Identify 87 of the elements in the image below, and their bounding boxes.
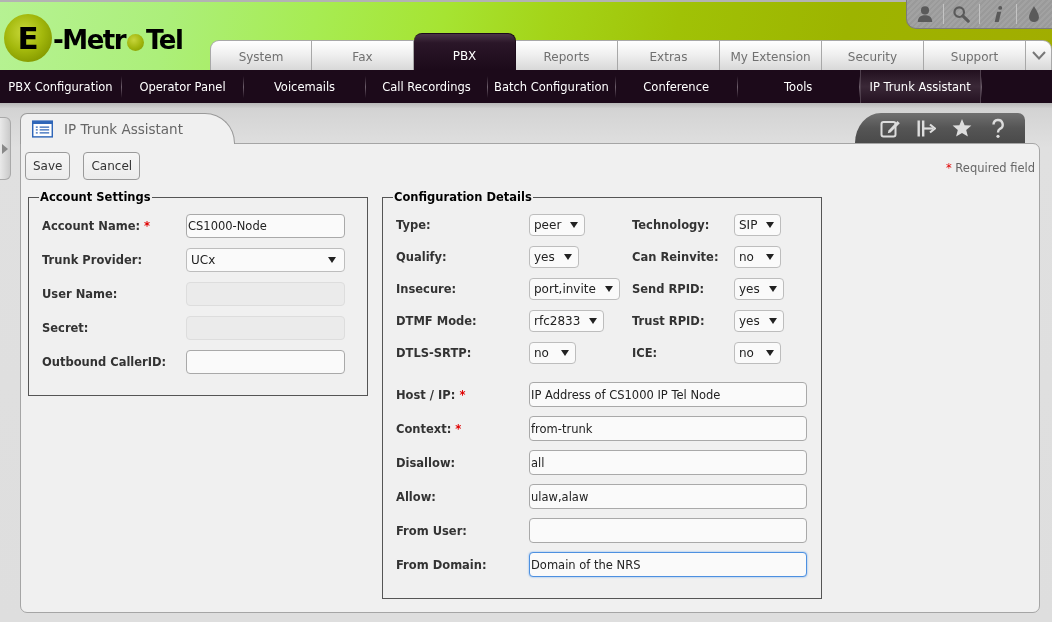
edit-icon[interactable] <box>880 118 900 138</box>
caret-right-icon <box>2 143 8 154</box>
dropdown[interactable]: yes <box>734 310 784 332</box>
menu-item[interactable]: Call Recordings <box>366 70 487 103</box>
field-label: Context: * <box>396 421 462 436</box>
more-tabs-button[interactable] <box>1026 40 1052 70</box>
dropdown[interactable]: port,invite <box>529 278 620 300</box>
text-field[interactable]: IP Address of CS1000 IP Tel Node <box>529 382 807 407</box>
caret-icon <box>766 254 774 260</box>
menu-item[interactable]: IP Trunk Assistant <box>859 70 981 103</box>
text-field[interactable] <box>186 350 345 374</box>
star-icon[interactable] <box>952 118 972 138</box>
field-label: DTMF Mode: <box>396 314 477 328</box>
text-field[interactable]: all <box>529 450 807 475</box>
list-icon <box>32 120 53 138</box>
caret-icon <box>570 222 579 228</box>
group-legend: Configuration Details <box>393 191 533 204</box>
nav-tab[interactable]: Security <box>822 40 924 70</box>
dropdown[interactable]: UCx <box>186 248 345 272</box>
group-legend: Account Settings <box>39 191 152 204</box>
logo-badge: E <box>4 13 52 62</box>
field-label: From Domain: <box>396 557 487 572</box>
caret-icon <box>589 318 598 324</box>
dropdown[interactable]: peer <box>529 214 586 236</box>
field-label: ICE: <box>632 346 658 360</box>
logo-text: -Metr <box>53 23 126 55</box>
field-label: Trust RPID: <box>632 314 705 328</box>
menu-item[interactable]: Batch Configuration <box>488 70 615 103</box>
field-label: Secret: <box>42 321 89 335</box>
caret-icon <box>768 318 777 324</box>
text-field[interactable]: from-trunk <box>529 416 807 441</box>
field-label: Disallow: <box>396 455 456 470</box>
field-label: Can Reinvite: <box>632 250 719 264</box>
menu-item[interactable]: Conference <box>615 70 737 103</box>
nav-tab[interactable]: Extras <box>618 40 720 70</box>
text-field[interactable]: Domain of the NRS <box>529 552 807 577</box>
field-label: Type: <box>396 218 431 232</box>
chevron-down-icon <box>1031 51 1046 60</box>
field-label: Host / IP: * <box>396 387 466 402</box>
page-title: IP Trunk Assistant <box>64 121 183 137</box>
dropdown[interactable]: yes <box>734 278 784 300</box>
field-label: DTLS-SRTP: <box>396 346 472 360</box>
ball-icon <box>127 33 145 51</box>
field-label: Account Name: * <box>42 219 151 233</box>
required-field-note: * Required field <box>945 159 1035 175</box>
save-button[interactable]: Save <box>25 152 71 180</box>
dropdown[interactable]: no <box>734 342 781 364</box>
field-label: Trunk Provider: <box>42 253 143 267</box>
nav-tab[interactable]: System <box>210 40 312 70</box>
text-field[interactable]: ulaw,alaw <box>529 484 807 509</box>
dropdown[interactable]: rfc2833 <box>529 310 605 332</box>
caret-icon <box>328 257 336 263</box>
dropdown[interactable]: no <box>734 246 781 268</box>
caret-icon <box>561 350 569 356</box>
text-field[interactable] <box>529 518 807 543</box>
caret-icon <box>766 222 775 228</box>
field-label: Qualify: <box>396 250 447 264</box>
nav-tab[interactable]: My Extension <box>720 40 822 70</box>
logo-text: Tel <box>146 23 183 55</box>
caret-icon <box>766 350 774 356</box>
dropdown[interactable]: no <box>529 342 576 364</box>
field-label: User Name: <box>42 287 118 301</box>
caret-icon <box>563 254 572 260</box>
menu-item[interactable]: Operator Panel <box>122 70 243 103</box>
text-field[interactable]: CS1000-Node <box>186 214 345 238</box>
menu-item[interactable]: PBX Configuration <box>0 70 121 103</box>
field-label: Allow: <box>396 489 436 504</box>
page-tab[interactable]: IP Trunk Assistant <box>20 113 235 144</box>
caret-icon <box>768 286 777 292</box>
field-label: Technology: <box>632 218 710 232</box>
field-label: Send RPID: <box>632 282 705 296</box>
caret-icon <box>604 286 613 292</box>
cancel-button[interactable]: Cancel <box>83 152 141 180</box>
field-label: Insecure: <box>396 282 457 296</box>
nav-tab[interactable]: Reports <box>516 40 618 70</box>
nav-tab[interactable]: Fax <box>312 40 414 70</box>
field-label: Outbound CallerID: <box>42 355 167 369</box>
dropdown[interactable]: yes <box>529 246 579 268</box>
menu-item[interactable]: Tools <box>737 70 859 103</box>
side-panel-toggle[interactable] <box>0 117 11 180</box>
field-label: From User: <box>396 523 467 538</box>
nav-tab[interactable]: PBX <box>414 33 516 70</box>
menu-item[interactable]: Voicemails <box>244 70 365 103</box>
user-icon[interactable] <box>915 5 934 23</box>
nav-tab[interactable]: Support <box>924 40 1026 70</box>
dropdown[interactable]: SIP <box>734 214 782 236</box>
search-icon[interactable] <box>952 5 971 23</box>
